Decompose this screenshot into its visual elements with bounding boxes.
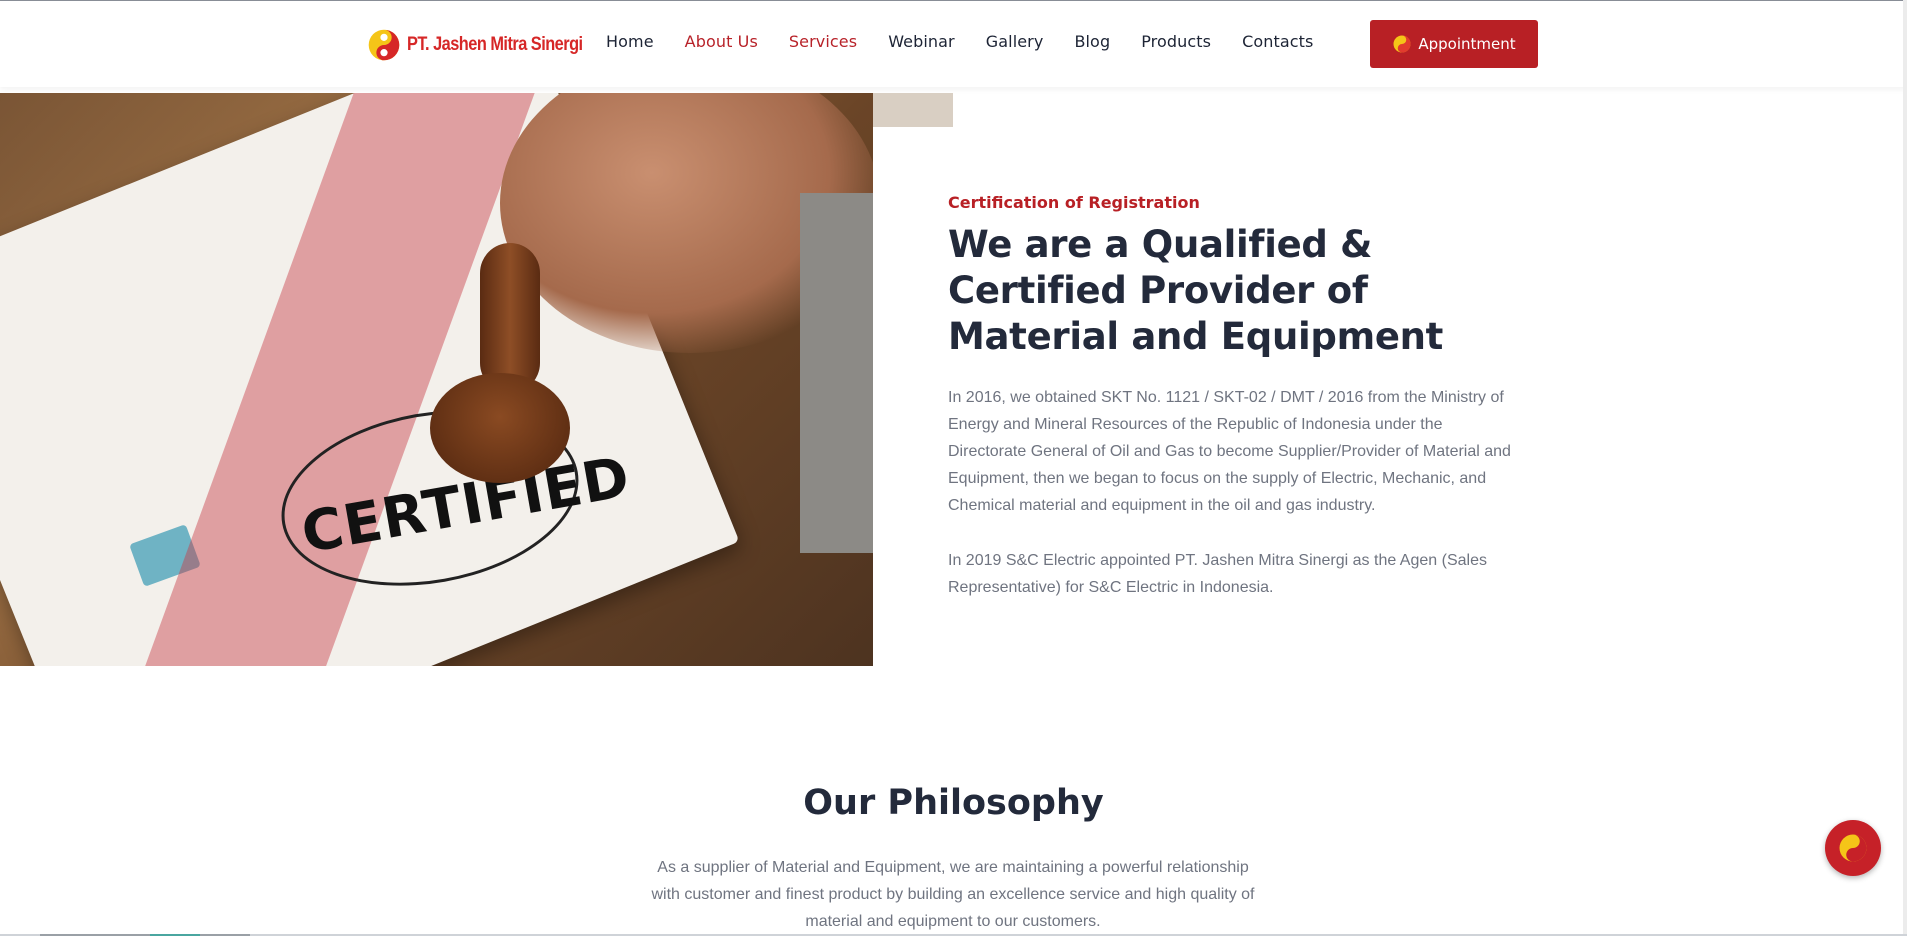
hero-corner-block bbox=[873, 93, 953, 127]
jashen-swirl-icon bbox=[1839, 834, 1867, 862]
site-header: PT. Jashen Mitra Sinergi Home About Us S… bbox=[0, 1, 1907, 87]
nav-webinar[interactable]: Webinar bbox=[888, 32, 955, 51]
nav-home[interactable]: Home bbox=[606, 32, 654, 51]
stamp-handle-shape bbox=[480, 243, 540, 393]
philosophy-text: As a supplier of Material and Equipment,… bbox=[651, 859, 1255, 930]
stamp-head-shape bbox=[430, 373, 570, 483]
agency-paragraph: In 2019 S&C Electric appointed PT. Jashe… bbox=[948, 552, 1487, 596]
nav-services[interactable]: Services bbox=[789, 32, 857, 51]
certified-hero-image: CERTIFIED bbox=[0, 93, 873, 666]
floating-chat-button[interactable] bbox=[1825, 820, 1881, 876]
nav-contacts[interactable]: Contacts bbox=[1242, 32, 1313, 51]
nav-products[interactable]: Products bbox=[1141, 32, 1211, 51]
page-scrollbar[interactable] bbox=[1903, 0, 1907, 936]
nav-gallery[interactable]: Gallery bbox=[986, 32, 1044, 51]
jashen-swirl-icon bbox=[1393, 35, 1411, 53]
appointment-button[interactable]: Appointment bbox=[1370, 20, 1538, 68]
section-headline: We are a Qualified & Certified Provider … bbox=[948, 223, 1444, 358]
brand-name: PT. Jashen Mitra Sinergi bbox=[407, 34, 583, 55]
philosophy-title: Our Philosophy bbox=[803, 783, 1104, 823]
main-nav: Home About Us Services Webinar Gallery B… bbox=[606, 32, 1345, 51]
nav-blog[interactable]: Blog bbox=[1074, 32, 1110, 51]
jashen-swirl-logo-icon bbox=[368, 29, 400, 61]
certification-paragraph: In 2016, we obtained SKT No. 1121 / SKT-… bbox=[948, 389, 1511, 514]
nav-about-us[interactable]: About Us bbox=[685, 32, 758, 51]
sleeve-shape bbox=[800, 193, 873, 553]
brand-logo[interactable]: PT. Jashen Mitra Sinergi bbox=[366, 27, 611, 63]
section-eyebrow: Certification of Registration bbox=[948, 193, 1200, 212]
appointment-label: Appointment bbox=[1418, 35, 1516, 53]
